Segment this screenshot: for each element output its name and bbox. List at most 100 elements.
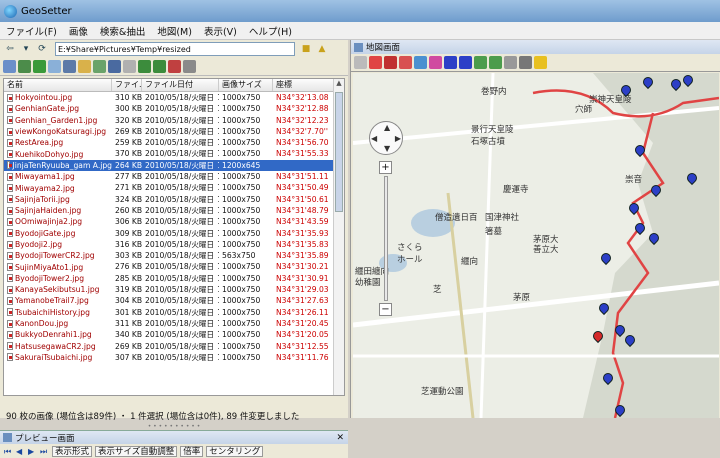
settings-icon[interactable] xyxy=(183,60,196,73)
center-button[interactable]: センタリング xyxy=(206,445,264,457)
file-row[interactable]: ByodojiTower2.jpg 285 KB2010/05/18/火曜日16:… xyxy=(4,273,344,284)
redo-icon[interactable] xyxy=(153,60,166,73)
file-row[interactable]: viewKongoKatsuragi.jpg 269 KB 2010/05/18/火… xyxy=(4,126,344,137)
route-icon[interactable] xyxy=(429,56,442,69)
back-icon[interactable]: ⇦ xyxy=(3,42,17,56)
file-row[interactable]: SajinjaTorii.jpg 324 KB2010/05/18/火曜日15:2… xyxy=(4,194,344,205)
first-icon[interactable]: ⏮ xyxy=(4,447,13,456)
photo-marker[interactable] xyxy=(680,73,696,89)
file-row-selected[interactable]: JinjaTenRyuuba_gam A.jpg 264 KB 2010/05/18… xyxy=(4,159,344,172)
file-row[interactable]: Miwayama1.jpg 277 KB2010/05/18/火曜日15:24:5… xyxy=(4,171,344,182)
menu-view[interactable]: 表示(V) xyxy=(204,24,237,38)
close-icon[interactable]: ✕ xyxy=(336,433,344,443)
pan-up-icon[interactable]: ▲ xyxy=(384,123,390,132)
header-size[interactable]: ファイ... xyxy=(112,79,142,91)
file-row[interactable]: KuehikoDohyo.jpg 370 KB2010/05/18/火曜日15:1… xyxy=(4,148,344,159)
filter-icon[interactable] xyxy=(63,60,76,73)
photo-marker[interactable] xyxy=(596,300,612,317)
next-marker-icon[interactable] xyxy=(459,56,472,69)
header-coordinates[interactable]: 座標 xyxy=(273,79,335,91)
photo-marker[interactable] xyxy=(632,220,648,237)
zoom-ratio-button[interactable]: 倍率 xyxy=(180,445,204,457)
file-row[interactable]: ByodojiTowerCR2.jpg 303 KB2010/05/18/火曜日1… xyxy=(4,250,344,261)
pan-down-icon[interactable]: ▼ xyxy=(384,144,390,153)
file-row[interactable]: KanayaSekibutsu1.jpg 319 KB 2010/05/18/火曜日… xyxy=(4,284,344,295)
menu-image[interactable]: 画像 xyxy=(69,24,88,38)
star-icon[interactable] xyxy=(534,56,547,69)
photo-marker[interactable] xyxy=(684,170,700,187)
photo-marker[interactable] xyxy=(598,250,614,267)
zoom-in-icon[interactable] xyxy=(504,56,517,69)
folder-icon[interactable]: ■ xyxy=(299,42,313,56)
file-row[interactable]: Genhian_Garden1.jpg 320 KB 2010/05/18/火曜日 1… xyxy=(4,115,344,126)
scrollbar-thumb[interactable] xyxy=(335,92,343,212)
folder-up-icon[interactable]: ▲ xyxy=(315,42,329,56)
photo-marker[interactable] xyxy=(600,370,616,387)
map-view[interactable]: 巻野内 穴師 景行天皇陵 石塚古墳 崇神天皇陵 慶運寺 僧造遺日百 箸墓 国津神… xyxy=(353,73,719,418)
delete-icon[interactable] xyxy=(168,60,181,73)
photo-marker[interactable] xyxy=(648,182,664,199)
zoom-slider[interactable] xyxy=(384,176,388,301)
arrow-right-icon[interactable] xyxy=(489,56,502,69)
pan-control[interactable]: ▲ ◀ ▶ ▼ xyxy=(369,121,403,155)
plus-icon[interactable] xyxy=(519,56,532,69)
file-row[interactable]: YamanobeTrail7.jpg 304 KB2010/05/18/火曜日16… xyxy=(4,295,344,306)
file-row[interactable]: SujinMiyaAto1.jpg 276 KB2010/05/18/火曜日16:… xyxy=(4,261,344,272)
copy-icon[interactable] xyxy=(123,60,136,73)
globe-icon[interactable] xyxy=(414,56,427,69)
file-row[interactable]: HatsusegawaCR2.jpg 269 KB2010/05/18/火曜日16… xyxy=(4,341,344,352)
menu-help[interactable]: ヘルプ(H) xyxy=(249,24,292,38)
file-list-scrollbar[interactable]: ▲ xyxy=(333,79,344,395)
file-row[interactable]: Hokyointou.jpg 310 KB2010/05/18/火曜日14:46:… xyxy=(4,92,344,103)
header-date[interactable]: ファイル日付 xyxy=(142,79,219,91)
file-row[interactable]: ByodojiGate.jpg 309 KB2010/05/18/火曜日15:50… xyxy=(4,228,344,239)
marker-red-icon[interactable] xyxy=(384,56,397,69)
marker-icon[interactable] xyxy=(369,56,382,69)
zoom-in-button[interactable]: + xyxy=(379,161,392,174)
pan-right-icon[interactable]: ▶ xyxy=(395,134,401,143)
photo-marker[interactable] xyxy=(622,332,638,349)
file-row[interactable]: GenhianGate.jpg 300 KB2010/05/18/火曜日14:48… xyxy=(4,103,344,114)
file-row[interactable]: SakuraiTsubaichi.jpg 307 KB 2010/05/18/火曜日… xyxy=(4,352,344,363)
file-row[interactable]: OOmiwajinja2.jpg 306 KB2010/05/18/火曜日15:4… xyxy=(4,216,344,227)
scroll-up-icon[interactable]: ▲ xyxy=(334,79,344,90)
refresh-icon[interactable]: ⟳ xyxy=(35,42,49,56)
photo-marker[interactable] xyxy=(618,82,634,99)
view-icon[interactable] xyxy=(3,60,16,73)
photo-marker-selected[interactable] xyxy=(590,328,606,345)
refresh-files-icon[interactable] xyxy=(33,60,46,73)
file-row[interactable]: Miwayama2.jpg 271 KB2010/05/18/火曜日15:26:3… xyxy=(4,182,344,193)
file-row[interactable]: RestArea.jpg 259 KB2010/05/18/火曜日15:13:54… xyxy=(4,137,344,148)
menu-file[interactable]: ファイル(F) xyxy=(6,24,57,38)
header-image-size[interactable]: 画像サイズ xyxy=(219,79,273,91)
edit-icon[interactable] xyxy=(78,60,91,73)
arrow-left-icon[interactable] xyxy=(474,56,487,69)
photo-marker[interactable] xyxy=(612,402,628,418)
file-row[interactable]: TsubaichiHistory.jpg 301 KB 2010/05/18/火曜日… xyxy=(4,307,344,318)
map-icon[interactable] xyxy=(93,60,106,73)
photo-marker[interactable] xyxy=(640,74,656,91)
display-format-button[interactable]: 表示形式 xyxy=(52,445,93,457)
zoom-out-button[interactable]: − xyxy=(379,303,392,316)
save-icon[interactable] xyxy=(108,60,121,73)
prev-icon[interactable]: ◀ xyxy=(16,447,25,456)
auto-size-button[interactable]: 表示サイズ自動調整 xyxy=(95,445,178,457)
file-row[interactable]: KanonDou.jpg 311 KB2010/05/18/火曜日16:25:37… xyxy=(4,318,344,329)
sort-icon[interactable] xyxy=(18,60,31,73)
photo-marker[interactable] xyxy=(646,230,662,247)
photo-marker[interactable] xyxy=(626,200,642,217)
photo-marker[interactable] xyxy=(612,322,628,339)
map-settings-icon[interactable] xyxy=(354,56,367,69)
next-icon[interactable]: ▶ xyxy=(28,447,37,456)
menu-search[interactable]: 検索&抽出 xyxy=(100,24,145,38)
photo-marker[interactable] xyxy=(668,76,684,93)
file-row[interactable]: SajinjaHaiden.jpg 260 KB2010/05/18/火曜日15:… xyxy=(4,205,344,216)
search-icon[interactable] xyxy=(48,60,61,73)
menu-map[interactable]: 地図(M) xyxy=(157,24,192,38)
header-name[interactable]: 名前 xyxy=(4,79,112,91)
file-row[interactable]: BukkyoDenrahi1.jpg 340 KB2010/05/18/火曜日16… xyxy=(4,329,344,340)
dropdown-icon[interactable]: ▾ xyxy=(19,42,33,56)
path-input[interactable]: E:¥Share¥Pictures¥Temp¥resized xyxy=(55,42,295,56)
marker-add-icon[interactable] xyxy=(399,56,412,69)
pan-left-icon[interactable]: ◀ xyxy=(371,134,377,143)
